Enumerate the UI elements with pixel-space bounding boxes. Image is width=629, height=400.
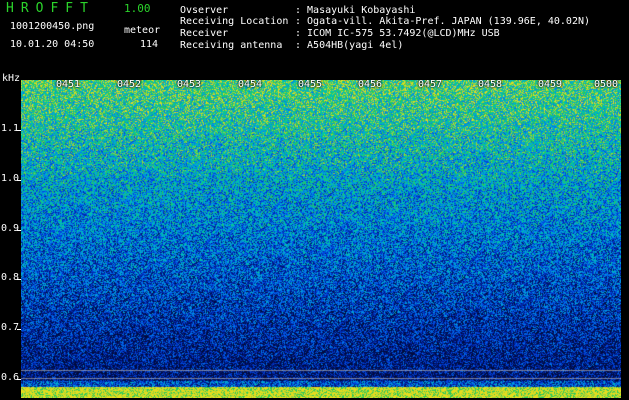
app-title: HROFFT: [6, 1, 95, 16]
meteor-label: meteor: [124, 25, 161, 36]
time-label: 0459: [538, 79, 563, 90]
observer-value: : Masayuki Kobayashi: [295, 5, 416, 16]
freq-label: 0.6: [1, 372, 20, 383]
observer-label: Ovserver: [180, 5, 229, 16]
time-label: 0457: [418, 79, 443, 90]
time-label: 0455: [298, 79, 323, 90]
spectrogram-canvas: [21, 80, 621, 398]
time-label: 0454: [238, 79, 263, 90]
freq-label: 1.0: [1, 173, 20, 184]
location-value: : Ogata-vill. Akita-Pref. JAPAN (139.96E…: [295, 16, 591, 27]
frequency-unit: kHz: [2, 73, 21, 84]
freq-label: 1.1: [1, 123, 20, 134]
capture-datetime: 10.01.20 04:50: [10, 39, 95, 50]
time-label: 0456: [358, 79, 383, 90]
time-label: 0451: [56, 79, 81, 90]
freq-label: 0.8: [1, 272, 20, 283]
time-label: 0458: [478, 79, 503, 90]
time-label: 0453: [177, 79, 202, 90]
time-label: 0452: [117, 79, 142, 90]
receiver-label: Receiver: [180, 28, 229, 39]
antenna-value: : A504HB(yagi 4el): [295, 40, 404, 51]
app-version: 1.00: [124, 2, 151, 15]
meteor-count: 114: [140, 39, 159, 50]
file-name: 1001200450.png: [10, 21, 95, 32]
receiver-value: : ICOM IC-575 53.7492(@LCD)MHz USB: [295, 28, 500, 39]
freq-label: 0.7: [1, 322, 20, 333]
antenna-label: Receiving antenna: [180, 40, 283, 51]
time-label: 0500: [594, 79, 619, 90]
freq-label: 0.9: [1, 223, 20, 234]
location-label: Receiving Location: [180, 16, 289, 27]
